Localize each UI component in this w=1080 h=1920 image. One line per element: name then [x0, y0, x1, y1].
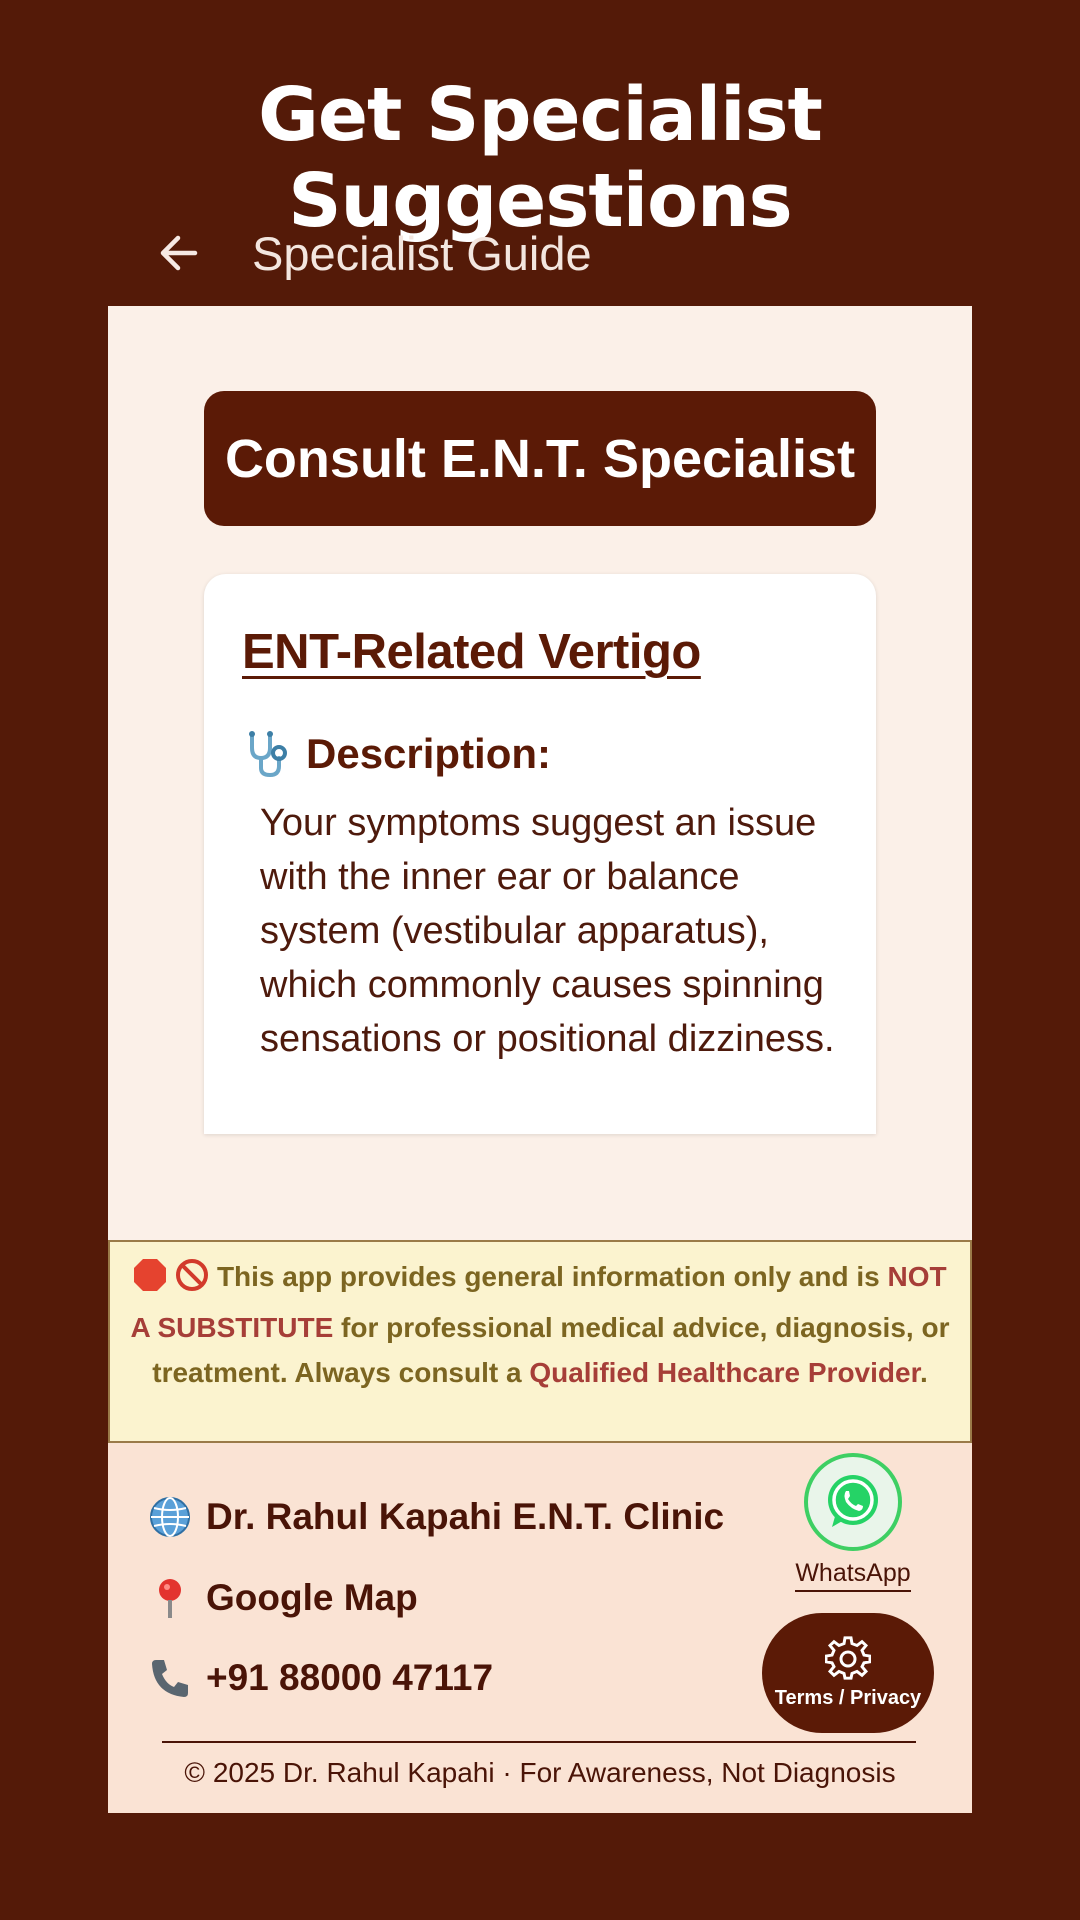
warning-icons: [133, 1258, 209, 1305]
terms-privacy-label: Terms / Privacy: [774, 1687, 922, 1709]
disclaimer-text-3: .: [919, 1357, 928, 1388]
phone-icon: [152, 1660, 188, 1697]
clinic-link[interactable]: Dr. Rahul Kapahi E.N.T. Clinic: [148, 1495, 724, 1539]
disclaimer-highlight-provider: Qualified Healthcare Provider: [529, 1357, 920, 1388]
copyright-text: © 2025 Dr. Rahul Kapahi · For Awareness,…: [184, 1757, 896, 1788]
disclaimer-text-1: This app provides general information on…: [216, 1261, 888, 1292]
description-header: Description:: [242, 728, 838, 780]
app-bar: Specialist Guide: [108, 200, 972, 306]
app-bar-title: Specialist Guide: [252, 226, 592, 280]
footer-divider: [162, 1741, 916, 1743]
globe-icon: [150, 1497, 190, 1537]
no-entry-icon: [176, 1259, 209, 1291]
google-map-label: Google Map: [206, 1577, 418, 1618]
medical-disclaimer: This app provides general information on…: [108, 1240, 972, 1443]
footer: Dr. Rahul Kapahi E.N.T. Clinic Google Ma…: [108, 1443, 972, 1813]
whatsapp-icon: [828, 1475, 878, 1527]
whatsapp-button[interactable]: WhatsApp: [788, 1453, 918, 1592]
phone-number: +91 88000 47117: [206, 1657, 494, 1698]
terms-privacy-button[interactable]: Terms / Privacy: [762, 1613, 934, 1733]
description-label: Description:: [306, 730, 552, 777]
google-map-link[interactable]: Google Map: [148, 1576, 418, 1620]
clinic-link-label: Dr. Rahul Kapahi E.N.T. Clinic: [206, 1496, 725, 1537]
description-text: Your symptoms suggest an issue with the …: [260, 802, 835, 1060]
condition-heading: ENT-Related Vertigo: [242, 625, 701, 679]
gear-icon: [825, 1636, 871, 1680]
content-panel: Consult E.N.T. Specialist ENT-Related Ve…: [108, 306, 972, 1240]
whatsapp-label: WhatsApp: [795, 1559, 911, 1592]
map-pin-icon: [159, 1579, 181, 1618]
phone-link[interactable]: +91 88000 47117: [148, 1656, 493, 1700]
stethoscope-icon: [249, 731, 287, 778]
whatsapp-circle: [804, 1453, 902, 1551]
stop-sign-icon: [134, 1259, 167, 1291]
back-arrow-icon[interactable]: [146, 221, 210, 285]
specialist-banner: Consult E.N.T. Specialist: [204, 391, 876, 526]
condition-card: ENT-Related Vertigo Description: Your sy…: [204, 574, 876, 1134]
